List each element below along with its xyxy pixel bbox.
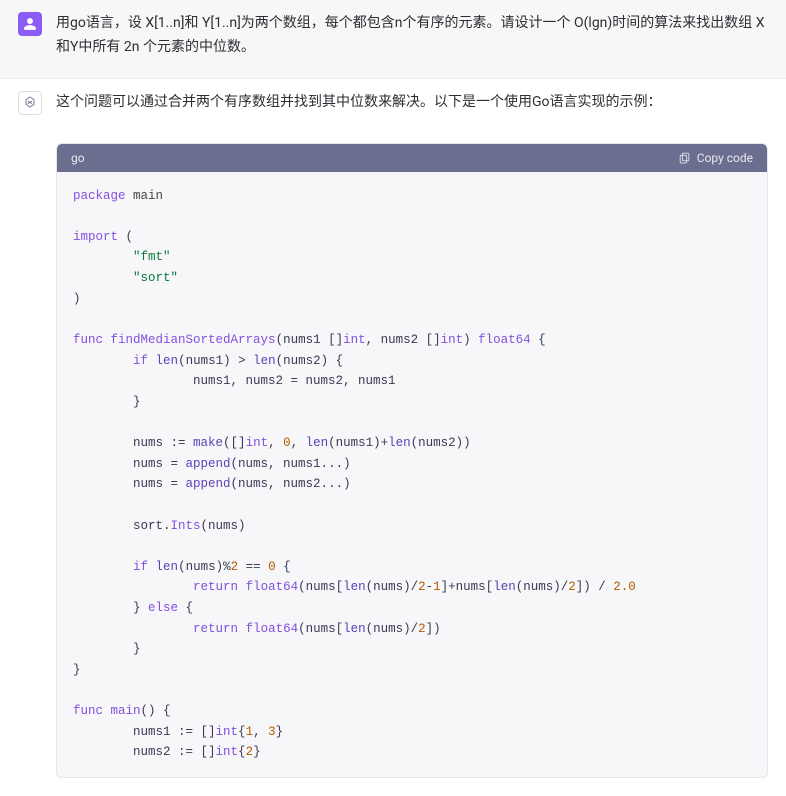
copy-code-button[interactable]: Copy code: [678, 151, 753, 165]
assistant-header: 这个问题可以通过合并两个有序数组并找到其中位数来解决。以下是一个使用Go语言实现…: [18, 91, 768, 115]
assistant-message-text: 这个问题可以通过合并两个有序数组并找到其中位数来解决。以下是一个使用Go语言实现…: [56, 91, 768, 115]
assistant-message-row: 这个问题可以通过合并两个有序数组并找到其中位数来解决。以下是一个使用Go语言实现…: [0, 78, 786, 796]
person-icon: [23, 17, 37, 31]
code-language-label: go: [71, 151, 85, 165]
user-avatar: [18, 12, 42, 36]
code-block: go Copy code package main import ( "fmt"…: [56, 143, 768, 779]
user-message-text: 用go语言，设 X[1..n]和 Y[1..n]为两个数组，每个都包含n个有序的…: [56, 12, 768, 60]
clipboard-icon: [678, 151, 691, 164]
code-content[interactable]: package main import ( "fmt" "sort" ) fun…: [57, 172, 767, 778]
user-message-row: 用go语言，设 X[1..n]和 Y[1..n]为两个数组，每个都包含n个有序的…: [0, 0, 786, 78]
assistant-avatar: [18, 91, 42, 115]
copy-code-label: Copy code: [697, 151, 753, 165]
code-header: go Copy code: [57, 144, 767, 172]
bot-logo-icon: [22, 95, 38, 111]
